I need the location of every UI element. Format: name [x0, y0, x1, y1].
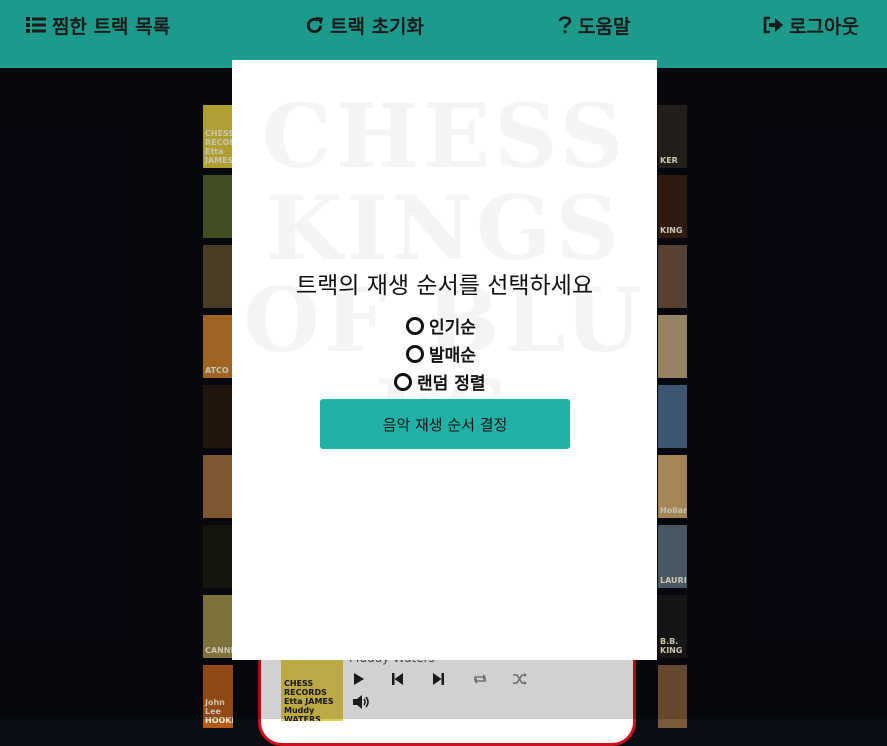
- reset-tracks-label: 트랙 초기화: [330, 15, 425, 38]
- reset-tracks-link[interactable]: 트랙 초기화: [305, 12, 424, 38]
- option-label-release: 발매순: [429, 346, 476, 366]
- play-order-modal: CHESS KINGS OF BLUES 트랙의 재생 순서를 선택하세요 인기…: [232, 60, 657, 660]
- order-option-release[interactable]: 발매순: [406, 341, 476, 366]
- order-option-random[interactable]: 랜덤 정렬: [394, 369, 485, 394]
- help-label: 도움말: [578, 15, 631, 38]
- logout-link[interactable]: 로그아웃: [763, 12, 859, 38]
- option-label-popular: 인기순: [429, 318, 476, 338]
- radio-button-release[interactable]: [406, 344, 424, 363]
- sign-out-icon: [763, 16, 783, 34]
- logout-label: 로그아웃: [789, 15, 859, 38]
- liked-tracks-link[interactable]: 찜한 트랙 목록: [26, 12, 170, 38]
- confirm-play-order-button[interactable]: 음악 재생 순서 결정: [320, 399, 570, 449]
- radio-button-popular[interactable]: [406, 316, 424, 335]
- radio-button-random[interactable]: [394, 372, 412, 391]
- modal-title: 트랙의 재생 순서를 선택하세요: [295, 273, 593, 299]
- order-option-popular[interactable]: 인기순: [406, 313, 476, 338]
- liked-tracks-label: 찜한 트랙 목록: [52, 15, 171, 38]
- refresh-icon: [305, 16, 324, 35]
- top-navigation-bar: 찜한 트랙 목록 트랙 초기화 도움말 로그아웃: [0, 0, 887, 68]
- question-icon: [558, 15, 572, 35]
- option-label-random: 랜덤 정렬: [417, 374, 486, 394]
- help-link[interactable]: 도움말: [558, 12, 630, 38]
- list-icon: [26, 16, 46, 34]
